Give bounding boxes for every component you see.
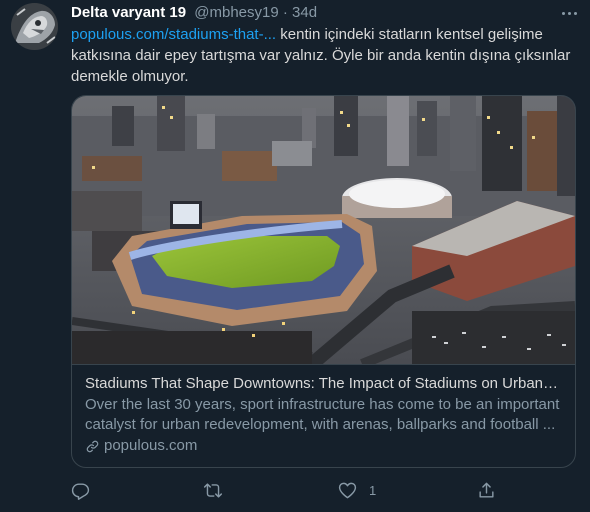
tweet-header: Delta varyant 19 @mbhesy19 · 34d: [71, 4, 317, 22]
tweet-actions: 1: [71, 481, 576, 503]
link-icon: [86, 440, 99, 452]
link-card[interactable]: Stadiums That Shape Downtowns: The Impac…: [71, 95, 576, 468]
reply-button[interactable]: [71, 481, 90, 500]
share-icon: [479, 482, 494, 498]
card-domain: populous.com: [85, 436, 562, 456]
display-name[interactable]: Delta varyant 19: [71, 4, 186, 21]
heart-icon: [338, 482, 357, 499]
share-button[interactable]: [477, 481, 496, 500]
card-body[interactable]: Stadiums That Shape Downtowns: The Impac…: [72, 364, 575, 467]
separator-dot: ·: [282, 4, 288, 21]
user-handle[interactable]: @mbhesy19: [194, 4, 278, 21]
more-options-icon[interactable]: [558, 2, 580, 24]
retweet-icon: [203, 483, 223, 498]
card-description: Over the last 30 years, sport infrastruc…: [85, 396, 560, 433]
like-count: 1: [369, 483, 377, 498]
tweet-time[interactable]: 34d: [292, 4, 317, 21]
tweet-link[interactable]: populous.com/stadiums-that-...: [71, 26, 276, 43]
reply-icon: [71, 483, 90, 500]
retweet-button[interactable]: [203, 481, 223, 500]
card-domain-text: populous.com: [104, 437, 198, 454]
avatar[interactable]: [11, 3, 58, 50]
card-title: Stadiums That Shape Downtowns: The Impac…: [85, 375, 562, 392]
tweet[interactable]: Delta varyant 19 @mbhesy19 · 34d populou…: [0, 0, 590, 512]
card-image[interactable]: [72, 96, 575, 364]
like-button[interactable]: 1: [338, 481, 376, 500]
tweet-text: populous.com/stadiums-that-... kentin iç…: [71, 24, 576, 87]
